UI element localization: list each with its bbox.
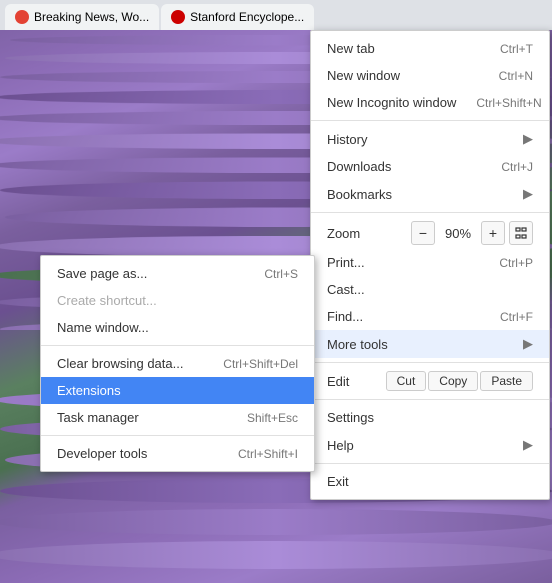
divider-1 [311,120,549,121]
name-window-item[interactable]: Name window... [41,314,314,341]
divider-2 [311,212,549,213]
new-window-item[interactable]: New window Ctrl+N [311,62,549,89]
more-tools-arrow: ▶ [523,336,533,352]
downloads-label: Downloads [327,159,481,174]
new-window-shortcut: Ctrl+N [499,69,533,83]
developer-tools-label: Developer tools [57,446,218,461]
history-arrow: ▶ [523,131,533,147]
task-manager-label: Task manager [57,410,227,425]
cast-label: Cast... [327,282,533,297]
more-tools-menu: Save page as... Ctrl+S Create shortcut..… [40,255,315,472]
zoom-fullscreen-button[interactable] [509,221,533,245]
new-tab-label: New tab [327,41,480,56]
zoom-label: Zoom [327,226,411,241]
left-divider-1 [41,345,314,346]
edit-buttons: Cut Copy Paste [386,371,533,391]
settings-item[interactable]: Settings [311,404,549,431]
chrome-menu: New tab Ctrl+T New window Ctrl+N New Inc… [310,30,550,500]
tab-2[interactable]: Stanford Encyclope... [161,4,314,30]
divider-5 [311,463,549,464]
find-label: Find... [327,309,480,324]
history-label: History [327,132,515,147]
bookmarks-item[interactable]: Bookmarks ▶ [311,180,549,208]
print-shortcut: Ctrl+P [499,256,533,270]
history-item[interactable]: History ▶ [311,125,549,153]
cast-item[interactable]: Cast... [311,276,549,303]
more-tools-item[interactable]: More tools ▶ [311,330,549,358]
new-tab-shortcut: Ctrl+T [500,42,533,56]
edit-row: Edit Cut Copy Paste [311,367,549,395]
new-incognito-label: New Incognito window [327,95,456,110]
paste-button[interactable]: Paste [480,371,533,391]
print-item[interactable]: Print... Ctrl+P [311,249,549,276]
tabs-bar: Breaking News, Wo... Stanford Encyclope.… [0,0,552,30]
help-item[interactable]: Help ▶ [311,431,549,459]
tab-1-label: Breaking News, Wo... [34,10,149,24]
clear-browsing-data-shortcut: Ctrl+Shift+Del [223,357,298,371]
cut-button[interactable]: Cut [386,371,427,391]
developer-tools-shortcut: Ctrl+Shift+I [238,447,298,461]
downloads-shortcut: Ctrl+J [501,160,533,174]
tab-2-icon [171,10,185,24]
tab-2-label: Stanford Encyclope... [190,10,304,24]
zoom-row: Zoom − 90% + [311,217,549,249]
print-label: Print... [327,255,479,270]
more-tools-label: More tools [327,337,515,352]
fullscreen-icon [515,227,527,239]
bookmarks-label: Bookmarks [327,187,515,202]
edit-label: Edit [327,374,386,389]
bookmarks-arrow: ▶ [523,186,533,202]
developer-tools-item[interactable]: Developer tools Ctrl+Shift+I [41,440,314,467]
find-shortcut: Ctrl+F [500,310,533,324]
new-incognito-item[interactable]: New Incognito window Ctrl+Shift+N [311,89,549,116]
name-window-label: Name window... [57,320,298,335]
zoom-controls: − 90% + [411,221,533,245]
task-manager-item[interactable]: Task manager Shift+Esc [41,404,314,431]
save-page-as-item[interactable]: Save page as... Ctrl+S [41,260,314,287]
new-tab-item[interactable]: New tab Ctrl+T [311,35,549,62]
zoom-value: 90% [439,226,477,241]
divider-3 [311,362,549,363]
new-window-label: New window [327,68,479,83]
copy-button[interactable]: Copy [428,371,478,391]
settings-label: Settings [327,410,533,425]
clear-browsing-data-item[interactable]: Clear browsing data... Ctrl+Shift+Del [41,350,314,377]
tab-1-icon [15,10,29,24]
exit-label: Exit [327,474,533,489]
find-item[interactable]: Find... Ctrl+F [311,303,549,330]
new-incognito-shortcut: Ctrl+Shift+N [476,96,541,110]
zoom-minus-button[interactable]: − [411,221,435,245]
help-label: Help [327,438,515,453]
task-manager-shortcut: Shift+Esc [247,411,298,425]
exit-item[interactable]: Exit [311,468,549,495]
save-page-as-shortcut: Ctrl+S [264,267,298,281]
left-divider-2 [41,435,314,436]
tab-1[interactable]: Breaking News, Wo... [5,4,159,30]
help-arrow: ▶ [523,437,533,453]
divider-4 [311,399,549,400]
extensions-item[interactable]: Extensions [41,377,314,404]
create-shortcut-label: Create shortcut... [57,293,298,308]
downloads-item[interactable]: Downloads Ctrl+J [311,153,549,180]
clear-browsing-data-label: Clear browsing data... [57,356,203,371]
extensions-label: Extensions [57,383,298,398]
save-page-as-label: Save page as... [57,266,244,281]
create-shortcut-item[interactable]: Create shortcut... [41,287,314,314]
zoom-plus-button[interactable]: + [481,221,505,245]
